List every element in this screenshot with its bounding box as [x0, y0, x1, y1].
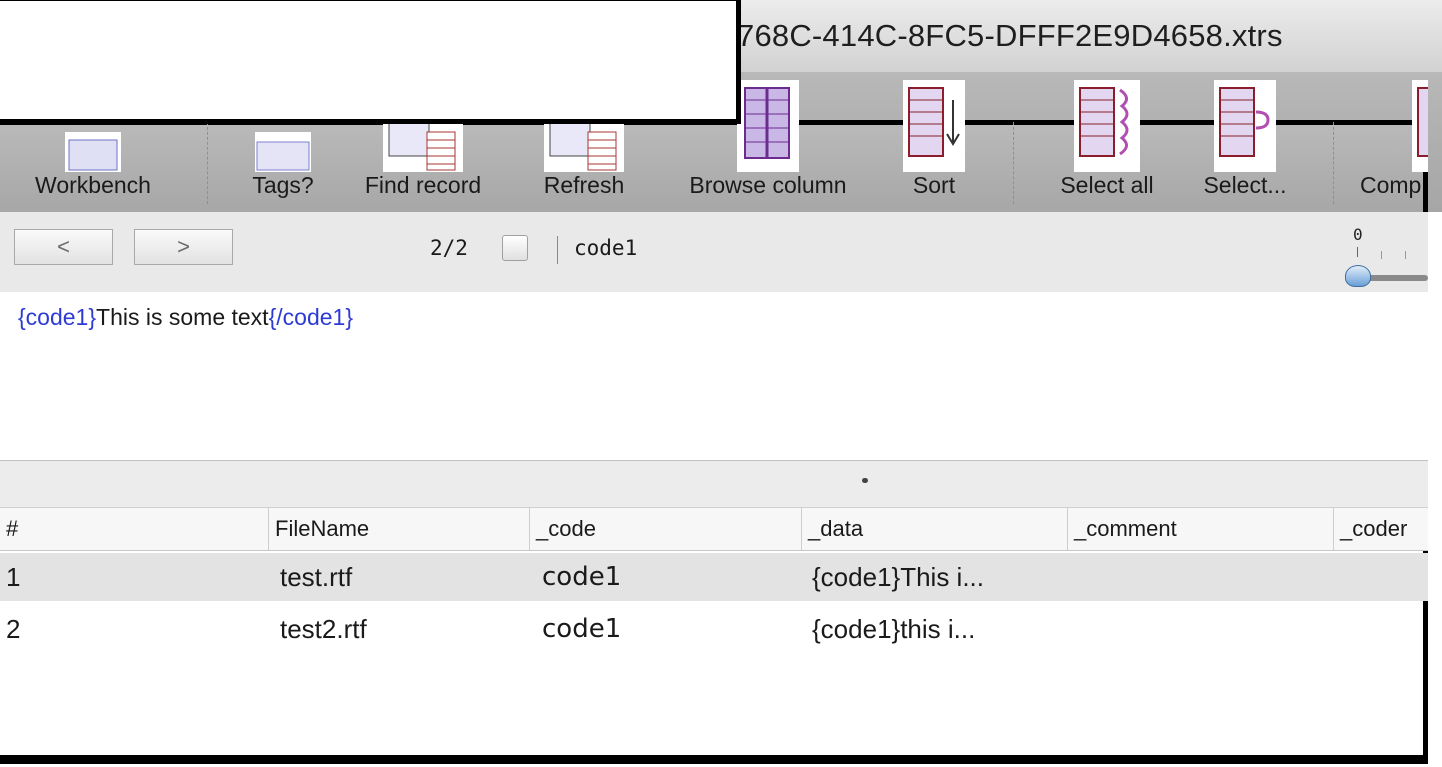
cell-filename: test2.rtf	[280, 614, 367, 644]
coded-text: {code1}This is some text{/code1}	[18, 304, 353, 331]
cell-filename: test.rtf	[280, 562, 353, 592]
toolbar-select-all-button[interactable]: Select all	[1040, 80, 1174, 210]
column-header-coder[interactable]: _coder	[1333, 508, 1428, 550]
refresh-icon	[544, 120, 624, 172]
cell-code: code1	[542, 614, 622, 644]
zoom-tick	[1381, 251, 1382, 259]
zoom-min-label: 0	[1353, 225, 1363, 244]
workbench-icon	[65, 132, 121, 172]
split-view-divider[interactable]	[0, 461, 1428, 508]
zoom-thumb[interactable]	[1345, 265, 1371, 287]
zoom-tick	[1405, 251, 1406, 259]
record-position: 2/2	[430, 236, 468, 260]
sort-icon	[903, 80, 965, 172]
window-title: 768C-414C-8FC5-DFFF2E9D4658.xtrs	[737, 18, 1283, 53]
floating-panel	[0, 0, 741, 124]
toolbar-comp-button[interactable]: Comp	[1348, 80, 1428, 210]
select-all-icon	[1074, 80, 1140, 172]
coded-text-body: This is some text	[96, 304, 269, 330]
zoom-tick	[1357, 247, 1358, 257]
toolbar-select-button[interactable]: Select...	[1190, 80, 1300, 210]
toolbar-separator	[1333, 122, 1334, 204]
column-header-filename[interactable]: FileName	[268, 508, 529, 550]
close-code-tag: {/code1}	[268, 304, 353, 330]
select-icon	[1214, 80, 1276, 172]
table-row[interactable]: 2 test2.rtf code1 {code1}this i...	[0, 605, 1428, 653]
nav-divider	[557, 236, 558, 264]
zoom-slider[interactable]: 0	[1345, 225, 1428, 287]
record-checkbox[interactable]	[502, 235, 528, 261]
toolbar-separator	[1013, 122, 1014, 204]
toolbar-separator	[207, 122, 208, 204]
text-viewer[interactable]: {code1}This is some text{/code1}	[0, 292, 1428, 461]
column-header-number[interactable]: #	[0, 508, 268, 550]
cell-number: 2	[6, 614, 21, 644]
cell-code: code1	[542, 562, 622, 592]
find-record-icon	[383, 120, 463, 172]
cell-data: {code1}this i...	[812, 614, 976, 644]
previous-record-button[interactable]: <	[14, 229, 113, 265]
column-header-data[interactable]: _data	[801, 508, 1067, 550]
splitter-grip-icon[interactable]	[862, 478, 868, 483]
column-header-comment[interactable]: _comment	[1067, 508, 1333, 550]
table-header: # FileName _code _data _comment _coder	[0, 508, 1428, 551]
open-code-tag: {code1}	[18, 304, 97, 330]
comp-icon	[1412, 80, 1428, 172]
column-header-code[interactable]: _code	[529, 508, 801, 550]
tags-icon	[255, 132, 311, 172]
next-record-button[interactable]: >	[134, 229, 233, 265]
table-row[interactable]: 1 test.rtf code1 {code1}This i...	[0, 553, 1428, 601]
cell-data: {code1}This i...	[812, 562, 984, 592]
cell-number: 1	[6, 562, 21, 592]
toolbar-sort-button[interactable]: Sort	[896, 80, 972, 210]
panel-bottom-border	[0, 759, 1428, 764]
current-code-label: code1	[574, 236, 638, 260]
browse-column-icon	[737, 80, 799, 172]
